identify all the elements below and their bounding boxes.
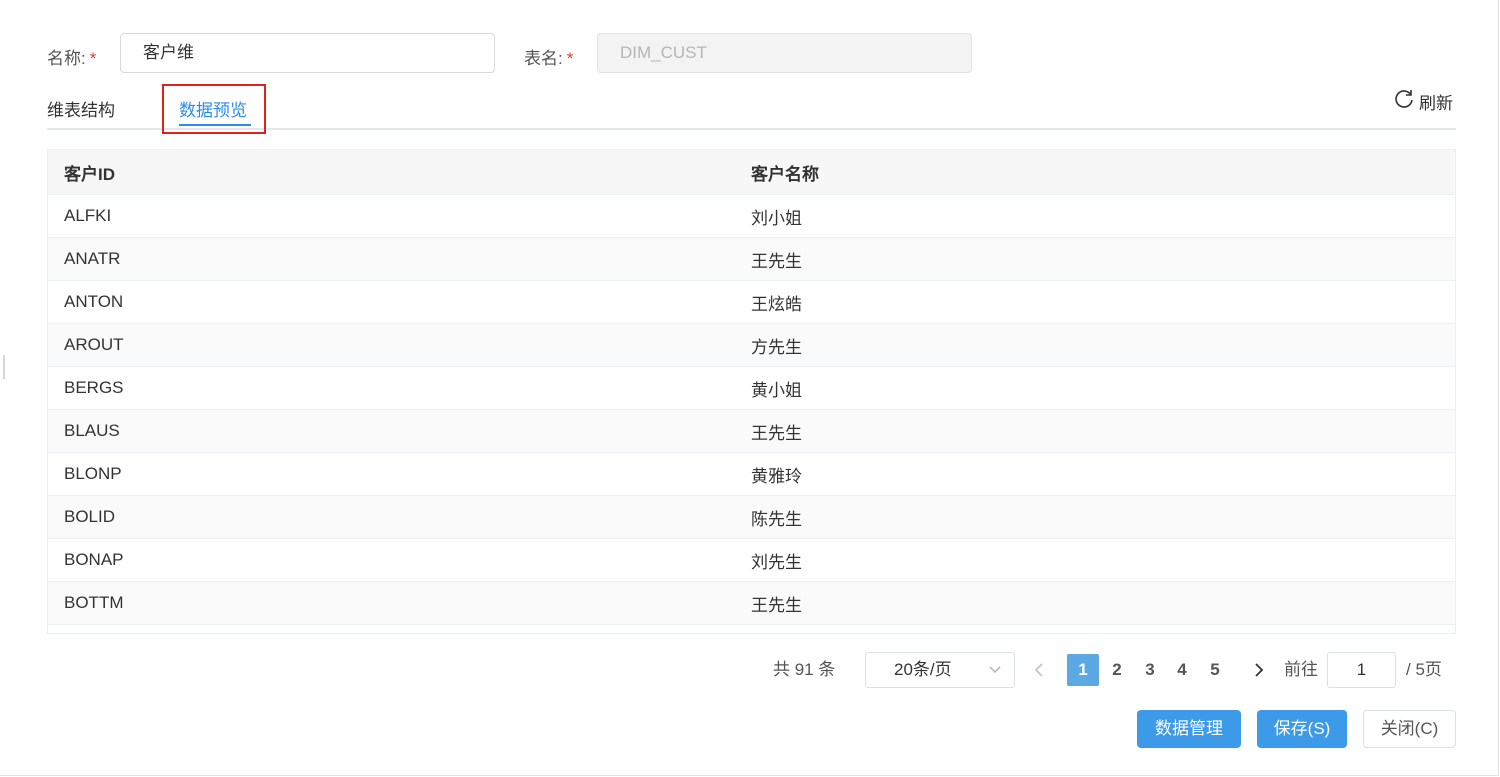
table-name-label: 表名: * (524, 49, 574, 68)
name-input[interactable]: 客户维 (120, 33, 495, 73)
next-page-icon[interactable] (1252, 652, 1266, 701)
refresh-icon (1393, 88, 1415, 115)
prev-page-icon[interactable] (1032, 652, 1046, 701)
goto-page-input[interactable]: 1 (1327, 652, 1396, 688)
cell-customer-id: BONAP (64, 550, 124, 569)
table-body: ALFKI 刘小姐 ANATR 王先生 ANTON 王炫皓 AROUT 方先生 BERGS 黄小姐… (48, 195, 1455, 635)
page-5[interactable]: 5 (1199, 654, 1231, 686)
cell-customer-id: BLAUS (64, 421, 120, 440)
total-count: 共 91 条 (773, 660, 836, 679)
page-3[interactable]: 3 (1134, 654, 1166, 686)
cell-customer-name: 刘小姐 (751, 208, 802, 228)
cell-customer-name: 方先生 (751, 337, 802, 357)
cell-customer-id: BOTTM (64, 593, 124, 612)
table-row[interactable]: BSBEV谢丽秋 (48, 625, 1455, 635)
required-mark: * (89, 49, 97, 68)
table-row[interactable]: AROUT 方先生 (48, 324, 1455, 367)
refresh-label: 刷新 (1419, 94, 1453, 113)
cell-customer-id: ANATR (64, 249, 121, 268)
close-button[interactable]: 关闭(C) (1363, 710, 1456, 748)
table-name-input: DIM_CUST (597, 33, 972, 73)
tab-structure[interactable]: 维表结构 (47, 96, 115, 121)
cell-customer-name: 陈先生 (751, 509, 802, 529)
cell-customer-name: 刘先生 (751, 552, 802, 572)
required-mark: * (566, 49, 574, 68)
page-2[interactable]: 2 (1101, 654, 1133, 686)
table-row[interactable]: BERGS 黄小姐 (48, 367, 1455, 410)
column-header-customer-name[interactable]: 客户名称 (751, 160, 1455, 185)
resize-handle[interactable] (3, 355, 5, 379)
cell-customer-name: 黄雅玲 (751, 466, 802, 486)
cell-customer-name: 王炫皓 (751, 294, 802, 314)
cell-customer-id: BLONP (64, 464, 122, 483)
table-row[interactable]: ALFKI 刘小姐 (48, 195, 1455, 238)
cell-customer-name: 谢丽秋 (751, 634, 1455, 635)
cell-customer-name: 王先生 (751, 595, 802, 615)
page-1[interactable]: 1 (1067, 654, 1099, 686)
cell-customer-name: 王先生 (751, 251, 802, 271)
column-header-customer-id[interactable]: 客户ID (48, 160, 751, 185)
annotation-highlight-box (162, 84, 266, 134)
total-pages: / 5页 (1406, 660, 1442, 679)
table-row[interactable]: BLAUS 王先生 (48, 410, 1455, 453)
page-4[interactable]: 4 (1166, 654, 1198, 686)
pagination: 共 91 条 20条/页 1 2 3 4 5 前往 1 / 5页 (0, 652, 1500, 688)
table-row[interactable]: BOLID 陈先生 (48, 496, 1455, 539)
table-header: 客户ID 客户名称 (48, 150, 1455, 195)
page-size-value: 20条/页 (894, 660, 952, 679)
save-button[interactable]: 保存(S) (1257, 710, 1347, 748)
cell-customer-name: 王先生 (751, 423, 802, 443)
goto-label: 前往 (1284, 660, 1318, 679)
cell-customer-id: BOLID (64, 507, 116, 526)
cell-customer-id: ALFKI (64, 206, 112, 225)
data-table: 客户ID 客户名称 ALFKI 刘小姐 ANATR 王先生 ANTON 王炫皓 AROUT 方… (47, 149, 1456, 634)
refresh-button[interactable]: 刷新 (1393, 88, 1453, 115)
table-row[interactable]: BOTTM 王先生 (48, 582, 1455, 625)
name-label: 名称: * (47, 49, 97, 68)
cell-customer-id: ANTON (64, 292, 124, 311)
cell-customer-id: BERGS (64, 378, 124, 397)
table-row[interactable]: BONAP 刘先生 (48, 539, 1455, 582)
page-size-select[interactable]: 20条/页 (865, 652, 1015, 688)
data-manage-button[interactable]: 数据管理 (1137, 710, 1241, 748)
cell-customer-id: AROUT (64, 335, 124, 354)
table-row[interactable]: BLONP 黄雅玲 (48, 453, 1455, 496)
cell-customer-name: 黄小姐 (751, 380, 802, 400)
table-row[interactable]: ANTON 王炫皓 (48, 281, 1455, 324)
chevron-down-icon (988, 653, 1002, 699)
table-row[interactable]: ANATR 王先生 (48, 238, 1455, 281)
